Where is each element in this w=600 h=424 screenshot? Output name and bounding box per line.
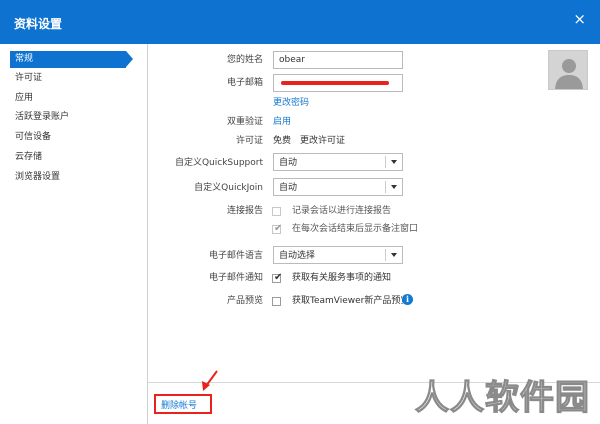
- email-language-select[interactable]: 自动选择: [273, 246, 403, 264]
- email-notify-text: 获取有关服务事项的通知: [292, 273, 392, 283]
- select-divider: [385, 156, 386, 168]
- preview-text: 获取TeamViewer新产品预览: [292, 296, 410, 306]
- quicksupport-label: 自定义QuickSupport: [174, 158, 263, 168]
- quickjoin-value: 自动: [279, 183, 298, 193]
- name-input[interactable]: obear: [273, 51, 403, 69]
- sidebar-item-cloud-storage[interactable]: 云存储: [10, 149, 133, 166]
- redaction-mark: [281, 81, 389, 85]
- profile-settings-dialog: 资料设置 × 常规 许可证 应用 活跃登录账户 可信设备 云存储 浏览器设置 您…: [0, 0, 600, 424]
- preview-checkbox[interactable]: [272, 297, 281, 306]
- connection-report-label: 连接报告: [226, 206, 263, 216]
- sidebar-item-trusted-devices[interactable]: 可信设备: [10, 129, 133, 146]
- checkmark-icon: ✔: [274, 223, 283, 234]
- select-divider: [385, 181, 386, 193]
- name-label: 您的姓名: [226, 55, 263, 65]
- select-divider: [385, 249, 386, 261]
- email-language-value: 自动选择: [279, 251, 316, 261]
- email-language-label: 电子邮件语言: [208, 251, 263, 261]
- sidebar-item-apps[interactable]: 应用: [10, 90, 133, 107]
- checkmark-icon: ✔: [274, 272, 283, 283]
- close-icon[interactable]: ×: [573, 12, 586, 27]
- comment-window-checkbox[interactable]: ✔: [272, 223, 283, 234]
- sidebar-item-license[interactable]: 许可证: [10, 70, 133, 87]
- email-notify-checkbox[interactable]: ✔: [272, 272, 283, 283]
- dialog-title: 资料设置: [14, 17, 63, 31]
- info-icon[interactable]: i: [402, 294, 413, 305]
- chevron-down-icon: [391, 185, 397, 189]
- preview-label: 产品预览: [226, 296, 263, 306]
- quicksupport-select[interactable]: 自动: [273, 153, 403, 171]
- sidebar-item-general[interactable]: 常规: [10, 51, 133, 68]
- sidebar-item-active-logins[interactable]: 活跃登录账户: [10, 109, 133, 126]
- annotation-highlight-box: [154, 394, 212, 414]
- email-notify-label: 电子邮件通知: [208, 273, 263, 283]
- chevron-down-icon: [391, 253, 397, 257]
- email-label: 电子邮箱: [226, 78, 263, 88]
- enable-two-factor-link[interactable]: 启用: [273, 115, 291, 129]
- license-value: 免费: [273, 136, 292, 146]
- comment-window-text: 在每次会话结束后显示备注窗口: [292, 224, 419, 234]
- quicksupport-value: 自动: [279, 158, 298, 168]
- chevron-down-icon: [391, 160, 397, 164]
- quickjoin-label: 自定义QuickJoin: [194, 183, 263, 193]
- title-bar: 资料设置 ×: [0, 0, 600, 44]
- sidebar-item-browser-settings[interactable]: 浏览器设置: [10, 169, 133, 186]
- sidebar: 常规 许可证 应用 活跃登录账户 可信设备 云存储 浏览器设置: [0, 44, 148, 424]
- quickjoin-select[interactable]: 自动: [273, 178, 403, 196]
- session-report-text: 记录会话以进行连接报告: [292, 206, 392, 216]
- change-password-link[interactable]: 更改密码: [273, 96, 309, 110]
- license-label: 许可证: [235, 136, 263, 146]
- change-license-link[interactable]: 更改许可证: [300, 134, 345, 148]
- two-factor-label: 双重验证: [226, 117, 263, 127]
- user-avatar-icon[interactable]: [548, 50, 588, 90]
- session-report-checkbox[interactable]: [272, 207, 281, 216]
- watermark: 人人软件园: [414, 377, 590, 418]
